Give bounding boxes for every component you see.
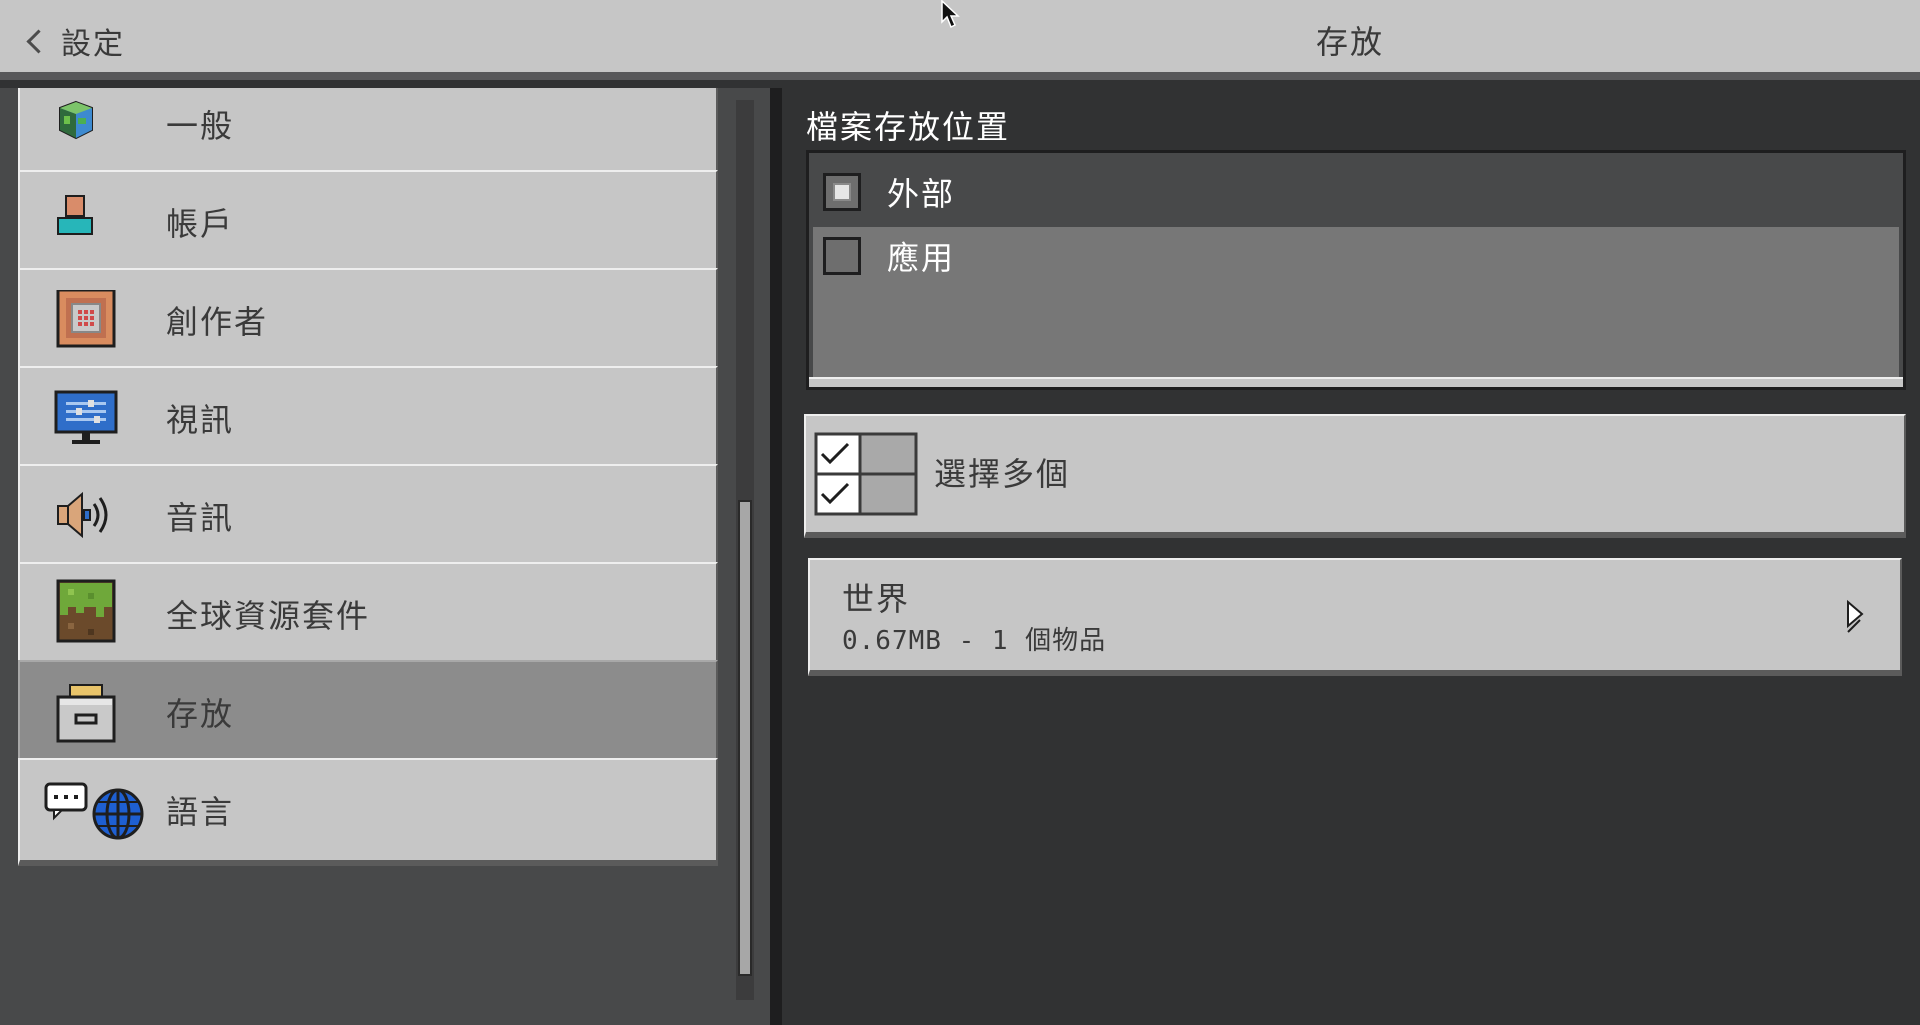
storage-location-heading: 檔案存放位置 bbox=[806, 108, 1011, 146]
globe-icon bbox=[59, 100, 93, 140]
back-button[interactable]: 設定 bbox=[20, 16, 125, 66]
sidebar-item-language[interactable]: 語言 bbox=[18, 758, 718, 866]
speaker-icon bbox=[57, 491, 108, 539]
grass-block-icon bbox=[56, 579, 116, 643]
panel-divider bbox=[770, 88, 782, 1025]
sidebar-item-creator[interactable]: 創作者 bbox=[18, 268, 718, 376]
storage-location-list: 外部 應用 bbox=[813, 157, 1899, 377]
chevron-right-icon bbox=[1847, 599, 1864, 633]
storage-drawer-icon bbox=[56, 684, 116, 743]
sidebar-item-video[interactable]: 視訊 bbox=[18, 366, 718, 474]
top-bar: 設定 存放 bbox=[0, 0, 1920, 80]
select-multiple-label: 選擇多個 bbox=[934, 455, 1071, 493]
sidebar-item-label: 語言 bbox=[166, 793, 235, 831]
sidebar-item-audio[interactable]: 音訊 bbox=[18, 464, 718, 572]
command-block-icon bbox=[56, 290, 116, 348]
radio-selected-icon bbox=[823, 173, 861, 211]
mouse-cursor-icon bbox=[941, 0, 960, 29]
page-title: 存放 bbox=[1315, 23, 1384, 61]
language-icon bbox=[44, 782, 144, 840]
sidebar-item-label: 存放 bbox=[166, 695, 235, 733]
sidebar-scrollbar-thumb[interactable] bbox=[738, 500, 752, 976]
radio-unselected-icon bbox=[823, 237, 861, 275]
world-size-info: 0.67MB - 1 個物品 bbox=[842, 626, 1107, 656]
sidebar-item-storage[interactable]: 存放 bbox=[18, 660, 718, 768]
settings-sidebar: 一般 帳戶 創作者 視訊 音訊 全球資源套件 存放 語言 bbox=[0, 88, 770, 1025]
world-name: 世界 bbox=[842, 580, 911, 618]
location-option-app[interactable]: 應用 bbox=[813, 221, 1899, 291]
sidebar-item-label: 全球資源套件 bbox=[166, 597, 371, 635]
location-option-label: 外部 bbox=[887, 175, 956, 213]
location-option-label: 應用 bbox=[887, 239, 956, 277]
selector-bottom-edge bbox=[809, 377, 1903, 387]
back-button-label: 設定 bbox=[61, 27, 125, 62]
location-option-external[interactable]: 外部 bbox=[813, 157, 1899, 227]
multi-select-checkbox-icon bbox=[814, 432, 918, 516]
sidebar-item-label: 視訊 bbox=[166, 401, 235, 439]
sidebar-item-label: 帳戶 bbox=[166, 205, 235, 243]
storage-location-selector: 外部 應用 bbox=[806, 150, 1906, 390]
sidebar-item-label: 音訊 bbox=[166, 499, 235, 537]
monitor-icon bbox=[54, 390, 118, 444]
sidebar-item-global-resources[interactable]: 全球資源套件 bbox=[18, 562, 718, 670]
account-icon bbox=[57, 195, 93, 235]
sidebar-item-account[interactable]: 帳戶 bbox=[18, 170, 718, 278]
sidebar-item-label: 創作者 bbox=[166, 303, 269, 341]
world-storage-item[interactable]: 世界 0.67MB - 1 個物品 bbox=[808, 558, 1902, 676]
sidebar-item-label: 一般 bbox=[166, 107, 235, 145]
sidebar-item-general[interactable]: 一般 bbox=[18, 88, 718, 180]
chevron-left-icon bbox=[26, 28, 51, 54]
select-multiple-button[interactable]: 選擇多個 bbox=[804, 414, 1906, 538]
storage-settings-panel: 檔案存放位置 外部 應用 選擇多個 世界 0.67MB - 1 個物品 bbox=[782, 88, 1920, 1025]
